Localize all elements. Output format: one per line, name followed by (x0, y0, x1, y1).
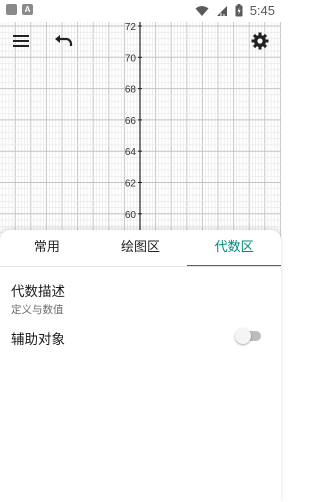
app-notification-icon: A (22, 4, 33, 15)
algebra-description-title: 代数描述 (11, 284, 65, 300)
y-tick-label: 64 (125, 147, 137, 158)
tab-algebra-area[interactable]: 代数区 (187, 230, 281, 267)
graphics-view[interactable]: 72 70 68 66 64 62 60 (0, 22, 281, 242)
algebra-description-value: 定义与数值 (11, 304, 64, 316)
tab-bar: 常用 绘图区 代数区 (0, 230, 281, 267)
undo-button[interactable] (51, 30, 77, 52)
wifi-icon (195, 5, 209, 16)
y-tick-label: 60 (125, 210, 137, 221)
status-time: 5:45 (249, 3, 275, 18)
y-tick-label: 70 (125, 53, 137, 64)
status-bar: A 5:45 (0, 0, 281, 22)
coordinate-grid: 72 70 68 66 64 62 60 (0, 22, 281, 242)
algebra-sheet: 常用 绘图区 代数区 代数描述 定义与数值 辅助对象 (0, 230, 281, 502)
battery-icon (235, 4, 243, 17)
undo-icon (55, 35, 73, 46)
tab-drawing-area[interactable]: 绘图区 (94, 230, 188, 266)
y-tick-label: 72 (125, 22, 137, 33)
signal-icon (216, 5, 227, 16)
y-tick-label: 66 (125, 116, 137, 127)
notification-icon (6, 4, 17, 15)
gear-icon (251, 32, 269, 50)
menu-icon (13, 35, 29, 47)
y-tick-label: 62 (125, 179, 137, 190)
auxiliary-objects-label: 辅助对象 (11, 332, 65, 348)
settings-button[interactable] (247, 30, 273, 52)
algebra-description-setting[interactable]: 代数描述 定义与数值 (11, 280, 65, 317)
tab-divider (0, 266, 281, 267)
toggle-thumb (235, 328, 251, 344)
tab-common[interactable]: 常用 (0, 230, 94, 266)
y-tick-label: 68 (125, 85, 137, 96)
notification-icons: A (6, 4, 33, 15)
menu-button[interactable] (8, 30, 34, 52)
auxiliary-objects-toggle[interactable] (235, 328, 261, 344)
